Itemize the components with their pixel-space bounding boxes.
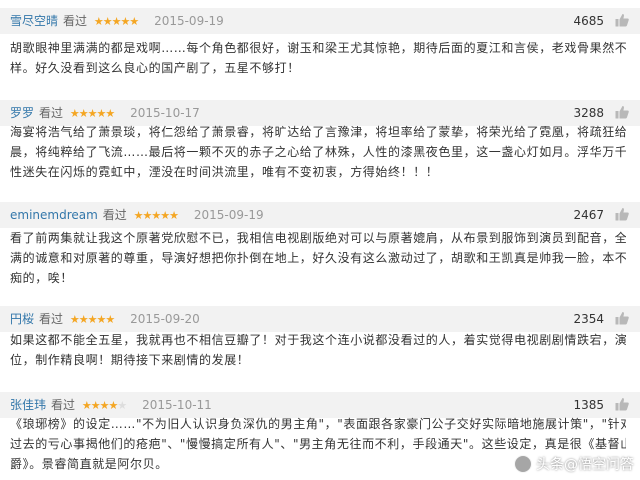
review-date: 2015-09-19	[154, 14, 224, 28]
star-filled-icon: ★	[129, 15, 139, 28]
review-line: 如果这都不能全五星，我就再也不相信豆瓣了！对于我这个连小说都没看过的人，着实觉得…	[10, 333, 626, 347]
review-line: 过去的亏心事揭他们的疮疤"、"慢慢搞定所有人"、"男主角无往而不利，手段通天"。…	[10, 437, 626, 451]
rating-stars: ★★★★★	[93, 14, 139, 30]
rating-stars: ★★★★★	[133, 208, 179, 224]
star-filled-icon: ★	[69, 313, 80, 326]
review-line: 海宴将浩气给了萧景琰，将仁怨给了萧景睿，将旷达给了言豫津，将坦率给了蒙挚，将荣光…	[10, 125, 626, 139]
review-item: 罗罗 看过 ★★★★★ 2015-10-17 3288 海宴将浩气给了萧景琰，将仁…	[0, 100, 640, 179]
review-line: 晨，将纯粹给了飞流……最后将一颗不灭的赤子之心给了林殊，人性的漆黑夜色里，这一盏…	[10, 145, 626, 159]
thumbs-up-icon[interactable]	[614, 310, 630, 326]
watermark: 头条@悟空问答	[514, 454, 634, 474]
review-date: 2015-10-17	[130, 106, 200, 120]
star-empty-icon: ★	[117, 399, 127, 412]
review-header: 円桜 看过 ★★★★★ 2015-09-20 2354	[0, 306, 640, 332]
review-header: 雪尽空晴 看过 ★★★★★ 2015-09-19 4685	[0, 8, 640, 34]
watermark-text: 头条@悟空问答	[536, 457, 634, 473]
review-content: 看了前两集就让我这个原著党欣慰不已，我相信电视剧版绝对可以与原著媲肩，从布景到服…	[10, 228, 626, 288]
review-item: 雪尽空晴 看过 ★★★★★ 2015-09-19 4685 胡歌眼神里满满的都是戏…	[0, 8, 640, 75]
review-line: 看了前两集就让我这个原著党欣慰不已，我相信电视剧版绝对可以与原著媲肩，从布景到服…	[10, 231, 626, 245]
review-username[interactable]: 円桜	[10, 312, 34, 326]
thumbs-up-icon[interactable]	[614, 104, 630, 120]
review-line: 痴的，唉！	[10, 271, 74, 285]
review-line: 满的诚意和对原著的尊重，导演好想把你扑倒在地上，好久没有这么激动过了，胡歌和王凯…	[10, 251, 626, 265]
watched-label: 看过	[63, 14, 88, 28]
wukong-logo-icon	[514, 455, 532, 473]
star-filled-icon: ★	[78, 107, 89, 120]
review-item: 円桜 看过 ★★★★★ 2015-09-20 2354 如果这都不能全五星，我就再…	[0, 306, 640, 367]
star-filled-icon: ★	[93, 15, 104, 28]
watched-label: 看过	[51, 398, 76, 412]
thumbs-up-icon[interactable]	[614, 396, 630, 412]
star-filled-icon: ★	[90, 399, 101, 412]
review-item: eminemdream 看过 ★★★★★ 2015-09-19 2467 看了前两…	[0, 202, 640, 285]
review-username[interactable]: eminemdream	[10, 208, 98, 222]
star-filled-icon: ★	[78, 313, 89, 326]
thumbs-up-icon[interactable]	[614, 12, 630, 28]
vote-count: 3288	[573, 106, 604, 120]
review-username[interactable]: 罗罗	[10, 106, 34, 120]
review-username[interactable]: 雪尽空晴	[10, 14, 58, 28]
thumbs-up-icon[interactable]	[614, 206, 630, 222]
rating-stars: ★★★★★	[69, 312, 115, 328]
vote-count: 2467	[573, 208, 604, 222]
review-date: 2015-09-19	[193, 208, 264, 222]
watched-label: 看过	[39, 312, 64, 326]
star-filled-icon: ★	[151, 209, 161, 222]
review-date: 2015-09-20	[130, 312, 200, 326]
rating-stars: ★★★★★	[69, 106, 115, 122]
star-filled-icon: ★	[69, 107, 80, 120]
star-filled-icon: ★	[160, 209, 170, 222]
review-content: 胡歌眼神里满满的都是戏啊……每个角色都很好，谢玉和梁王尤其惊艳，期待后面的夏江和…	[10, 38, 626, 78]
review-date: 2015-10-11	[142, 398, 212, 412]
vote-count: 2354	[573, 312, 604, 326]
star-filled-icon: ★	[169, 209, 179, 222]
star-filled-icon: ★	[133, 209, 144, 222]
review-line: 样。好久没看到这么良心的国产剧了，五星不够打！	[10, 61, 300, 75]
vote-count: 1385	[573, 398, 604, 412]
review-content: 海宴将浩气给了萧景琰，将仁怨给了萧景睿，将旷达给了言豫津，将坦率给了蒙挚，将荣光…	[10, 122, 626, 182]
review-line: 胡歌眼神里满满的都是戏啊……每个角色都很好，谢玉和梁王尤其惊艳，期待后面的夏江和…	[10, 41, 626, 55]
review-item: 张佳玮 看过 ★★★★★ 2015-10-11 1385 《琅琊榜》的设定……"不…	[0, 392, 640, 471]
review-line: 位，制作精良啊！期待接下来剧情的发展！	[10, 353, 250, 367]
review-line: 《琅琊榜》的设定……"不为旧人认识身负深仇的男主角"，"表面跟各家豪门公子交好实…	[10, 417, 626, 431]
star-filled-icon: ★	[81, 399, 92, 412]
star-filled-icon: ★	[102, 15, 113, 28]
star-filled-icon: ★	[105, 313, 115, 326]
review-content: 如果这都不能全五星，我就再也不相信豆瓣了！对于我这个连小说都没看过的人，着实觉得…	[10, 330, 626, 370]
watched-label: 看过	[102, 208, 127, 222]
review-username[interactable]: 张佳玮	[10, 398, 46, 412]
review-line: 性迷失在闪烁的霓虹中，湮没在时间洪流里，唯有不变初衷，方得始终！！！	[10, 165, 439, 179]
rating-stars: ★★★★★	[81, 398, 127, 414]
star-filled-icon: ★	[105, 107, 115, 120]
watched-label: 看过	[39, 106, 64, 120]
vote-count: 4685	[573, 14, 604, 28]
review-header: eminemdream 看过 ★★★★★ 2015-09-19 2467	[0, 202, 640, 228]
